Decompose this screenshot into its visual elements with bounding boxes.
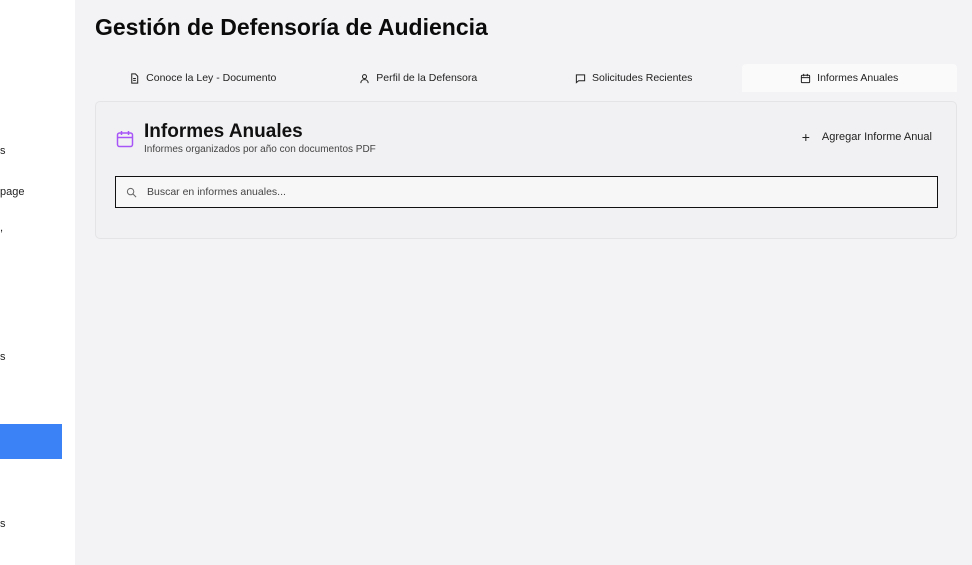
tab-bar: Conoce la Ley - Documento Perfil de la D… (95, 64, 957, 92)
sidebar-item[interactable]: page (0, 186, 24, 198)
card-subtitle: Informes organizados por año con documen… (144, 144, 376, 155)
message-icon (575, 73, 586, 84)
search-box[interactable] (115, 176, 938, 208)
tab-informes-anuales[interactable]: Informes Anuales (741, 64, 957, 92)
sidebar-item[interactable]: , (0, 222, 3, 234)
calendar-icon (116, 131, 134, 148)
sidebar-item[interactable]: s (0, 351, 6, 363)
document-icon (131, 72, 139, 84)
tab-solicitudes-recientes[interactable]: Solicitudes Recientes (526, 64, 742, 92)
page-title: Gestión de Defensoría de Audiencia (95, 14, 488, 40)
tab-conoce-la-ley[interactable]: Conoce la Ley - Documento (95, 64, 311, 92)
tab-label: Conoce la Ley - Documento (146, 72, 277, 84)
tab-perfil-defensora[interactable]: Perfil de la Defensora (311, 64, 527, 92)
calendar-icon (801, 73, 811, 83)
add-informe-button[interactable]: + Agregar Informe Anual (802, 130, 932, 144)
search-icon (126, 187, 137, 197)
tab-label: Solicitudes Recientes (592, 72, 693, 84)
search-input[interactable] (145, 185, 937, 199)
sidebar-item-active[interactable] (0, 424, 62, 459)
informes-card: Informes Anuales Informes organizados po… (95, 101, 957, 239)
sidebar-item[interactable]: s (0, 518, 6, 530)
tab-label: Perfil de la Defensora (376, 72, 478, 84)
add-button-label: Agregar Informe Anual (821, 131, 932, 143)
card-title: Informes Anuales (144, 121, 303, 142)
user-icon (360, 73, 369, 83)
plus-icon: + (801, 129, 810, 145)
tab-label: Informes Anuales (817, 72, 899, 84)
main-content: Gestión de Defensoría de Audiencia Conoc… (75, 0, 972, 565)
sidebar-item[interactable]: s (0, 145, 6, 157)
sidebar: s page , s s (0, 0, 75, 565)
